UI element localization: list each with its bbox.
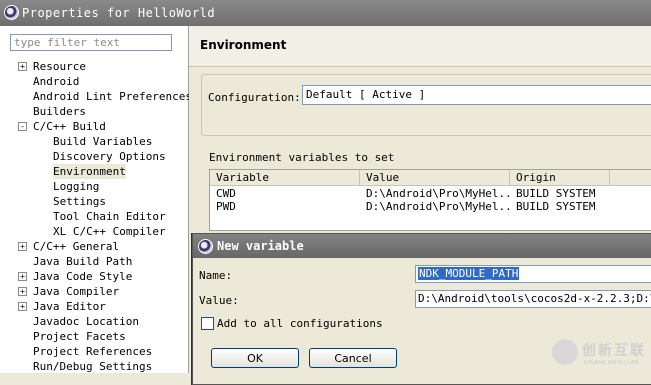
watermark-circle-icon — [552, 339, 578, 365]
tree-item[interactable]: Java Code Style — [33, 269, 132, 284]
tree-item-label: Builders — [33, 105, 86, 118]
tree-item-label: C/C++ General — [33, 240, 120, 253]
tree-item-label: Build Variables — [53, 135, 153, 148]
value-label: Value: — [199, 294, 239, 307]
tree-item[interactable]: Environment — [53, 164, 126, 179]
expand-icon[interactable]: + — [18, 287, 27, 296]
expand-icon[interactable]: + — [18, 62, 27, 71]
eclipse-icon — [198, 239, 213, 254]
tree-item[interactable]: Run/Debug Settings — [33, 359, 152, 374]
watermark-logo: 创新互联 CHUANG XIN HU LIAN — [548, 336, 651, 373]
tree-item[interactable]: Android Lint Preferences — [33, 89, 192, 104]
expand-icon[interactable]: + — [18, 242, 27, 251]
env-vars-label: Environment variables to set — [209, 151, 395, 164]
watermark-text: 创新互联 — [582, 343, 646, 359]
property-pages-panel: type filter text Resource Android Android … — [0, 26, 192, 374]
tree-item[interactable]: Build Variables — [53, 134, 152, 149]
page-title: Environment — [200, 38, 287, 52]
tree-item[interactable]: Project References — [33, 344, 152, 359]
tree-item-label: Discovery Options — [53, 150, 166, 163]
name-label: Name: — [199, 269, 233, 282]
dialog-title: New variable — [217, 239, 304, 253]
window-title: Properties for HelloWorld — [22, 6, 216, 20]
tree-item-label: Javadoc Location — [33, 315, 139, 328]
column-header-variable[interactable]: Variable — [210, 170, 360, 186]
tree-item[interactable]: Java Compiler — [33, 284, 119, 299]
name-input-text: NDK_MODULE_PATH — [418, 267, 520, 280]
tree-item[interactable]: Java Editor — [33, 299, 106, 314]
tree-item-label: Java Build Path — [33, 255, 133, 268]
ok-button[interactable]: OK — [211, 348, 299, 368]
tree-item-label: Run/Debug Settings — [33, 360, 153, 373]
table-cell[interactable]: D:\Android\Pro\MyHel... — [360, 187, 510, 200]
column-header-filler — [610, 170, 651, 186]
tree-item[interactable]: Resource — [33, 59, 86, 74]
tree-item[interactable]: Javadoc Location — [33, 314, 139, 329]
tree-item[interactable]: XL C/C++ Compiler — [53, 224, 166, 239]
expand-icon[interactable]: + — [18, 272, 27, 281]
eclipse-icon — [4, 5, 19, 20]
tree-item-label: Java Code Style — [33, 270, 133, 283]
table-cell[interactable]: PWD — [210, 200, 360, 213]
tree-item-label: Resource — [33, 60, 86, 73]
tree-item-label: Settings — [53, 195, 106, 208]
table-cell[interactable]: D:\Android\Pro\MyHel... — [360, 200, 510, 213]
tree-item-label: Android Lint Preferences — [33, 90, 192, 103]
tree-item-label: XL C/C++ Compiler — [53, 225, 166, 238]
tree-item-label: Android — [33, 75, 80, 88]
name-input[interactable]: NDK_MODULE_PATH — [415, 265, 651, 283]
tree-item-label: Java Compiler — [33, 285, 120, 298]
table-cell[interactable]: CWD — [210, 187, 360, 200]
tree-item[interactable]: C/C++ Build — [33, 119, 106, 134]
add-to-all-checkbox[interactable] — [201, 317, 214, 330]
table-cell[interactable]: BUILD SYSTEM — [510, 200, 610, 213]
tree-item[interactable]: C/C++ General — [33, 239, 119, 254]
configuration-label: Configuration: — [208, 91, 301, 104]
configuration-select[interactable]: Default [ Active ] — [302, 85, 651, 105]
window-titlebar[interactable]: Properties for HelloWorld — [0, 0, 651, 26]
tree-item[interactable]: Android — [33, 74, 79, 89]
tree-item-label: Java Editor — [33, 300, 106, 313]
table-cell[interactable]: BUILD SYSTEM — [510, 187, 610, 200]
tree-item-label: Project Facets — [33, 330, 126, 343]
value-input[interactable]: D:\Android\tools\cocos2d-x-2.2.3;D:\Andr — [415, 290, 651, 308]
tree-item-label: Project References — [33, 345, 153, 358]
tree-item-label: C/C++ Build — [33, 120, 106, 133]
tree-item[interactable]: Settings — [53, 194, 106, 209]
dialog-titlebar[interactable]: New variable — [193, 234, 651, 258]
tree-item[interactable]: Tool Chain Editor — [53, 209, 166, 224]
filter-input[interactable]: type filter text — [10, 34, 172, 51]
tree-item[interactable]: Java Build Path — [33, 254, 132, 269]
watermark-subtext: CHUANG XIN HU LIAN — [584, 360, 639, 366]
tree-item-label: Environment — [53, 165, 126, 178]
tree-item[interactable]: Logging — [53, 179, 99, 194]
page-header: Environment — [189, 26, 651, 67]
expand-icon[interactable]: + — [18, 302, 27, 311]
configuration-group: Configuration: Default [ Active ] — [201, 74, 651, 136]
cancel-button[interactable]: Cancel — [309, 348, 397, 368]
tree-item[interactable]: Discovery Options — [53, 149, 166, 164]
collapse-icon[interactable]: - — [18, 122, 27, 131]
tree-item-label: Logging — [53, 180, 100, 193]
column-header-value[interactable]: Value — [360, 170, 510, 186]
column-header-origin[interactable]: Origin — [510, 170, 610, 186]
tree-item[interactable]: Builders — [33, 104, 86, 119]
add-to-all-label: Add to all configurations — [217, 317, 383, 330]
tree-item[interactable]: Project Facets — [33, 329, 126, 344]
env-vars-table[interactable]: Variable Value Origin CWD D:\Android\Pro… — [209, 169, 651, 231]
tree-item-label: Tool Chain Editor — [53, 210, 166, 223]
